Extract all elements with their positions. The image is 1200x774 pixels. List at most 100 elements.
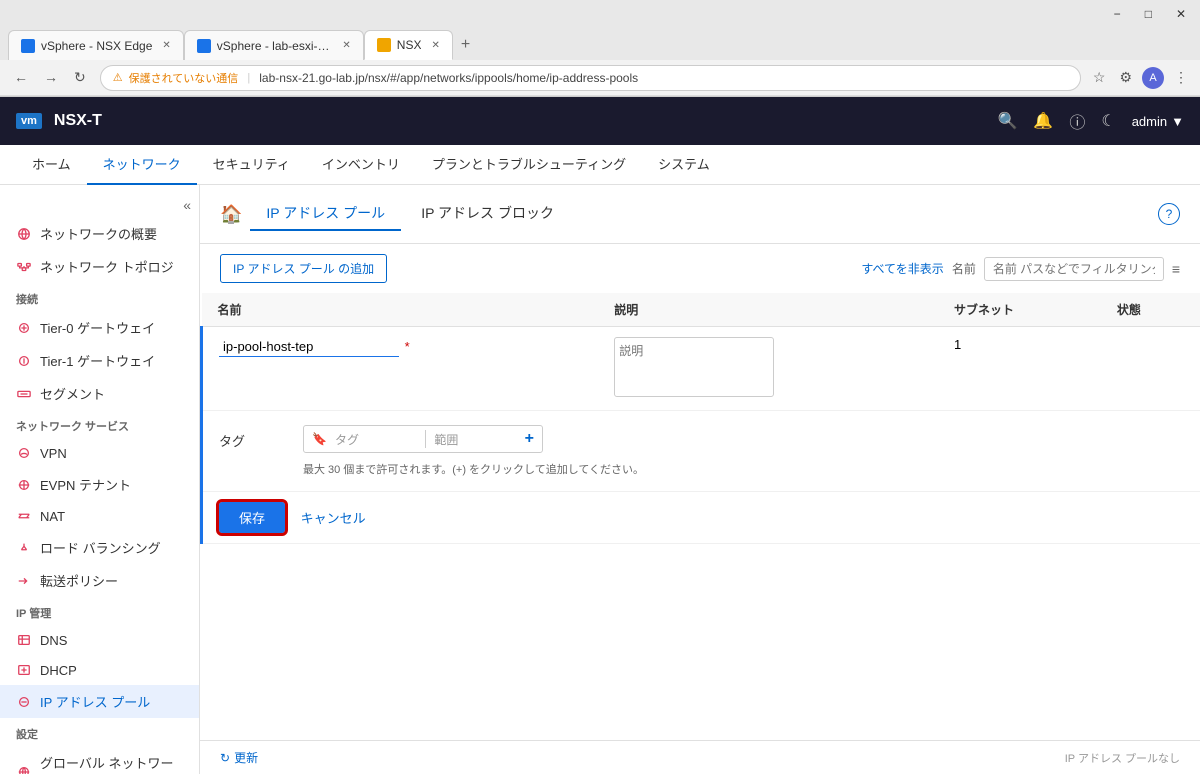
reload-button[interactable]: ↻ [68, 65, 92, 90]
footer-status-text: IP アドレス プールなし [1065, 753, 1180, 765]
ippool-header-icon: 🏠 [220, 204, 242, 225]
tag-divider [425, 430, 426, 448]
tab-close-3[interactable]: ✕ [431, 40, 439, 51]
scope-placeholder: 範囲 [434, 431, 516, 448]
menu-system[interactable]: システム [642, 144, 726, 185]
ip-pool-table: 名前 説明 サブネット 状態 * [200, 293, 1200, 544]
menu-plans[interactable]: プランとトラブルシューティング [416, 144, 642, 185]
user-chevron-icon: ▼ [1171, 114, 1184, 129]
tab-label-1: vSphere - NSX Edge [41, 39, 152, 53]
security-warning: ⚠ [113, 71, 123, 84]
required-indicator: * [405, 339, 410, 354]
sidebar-item-segment[interactable]: セグメント [0, 377, 199, 410]
add-ip-pool-button[interactable]: IP アドレス プール の追加 [220, 254, 387, 283]
sidebar-item-ippool[interactable]: IP アドレス プール [0, 685, 199, 718]
app-container: vm NSX-T 🔍 🔔 ⓘ ☾ admin ▼ ホーム ネットワーク セキュリ… [0, 97, 1200, 774]
bell-icon[interactable]: 🔔 [1033, 111, 1053, 131]
column-settings-icon[interactable]: ≡ [1172, 261, 1180, 277]
browser-tab-2[interactable]: vSphere - lab-esxi-124.go-lab.jp ✕ [184, 30, 364, 60]
sidebar-item-dns[interactable]: DNS [0, 625, 199, 655]
cancel-button[interactable]: キャンセル [301, 508, 366, 527]
tab-favicon-1 [21, 39, 35, 53]
data-table: 名前 説明 サブネット 状態 * [200, 293, 1200, 740]
url-bar[interactable]: ⚠ 保護されていない通信 | lab-nsx-21.go-lab.jp/nsx/… [100, 65, 1081, 91]
page-header: 🏠 IP アドレス プール IP アドレス ブロック ? [200, 185, 1200, 244]
new-tab-button[interactable]: + [453, 30, 478, 60]
save-button[interactable]: 保存 [219, 502, 285, 533]
browser-window-controls[interactable]: − □ ✕ [1108, 5, 1192, 23]
form-tag-cell: タグ 🔖 タグ 範囲 + [202, 411, 1200, 492]
tier0-icon [16, 320, 32, 336]
browser-tab-1[interactable]: vSphere - NSX Edge ✕ [8, 30, 184, 60]
top-nav: vm NSX-T 🔍 🔔 ⓘ ☾ admin ▼ [0, 97, 1200, 145]
tab-ip-address-pool[interactable]: IP アドレス プール [250, 197, 401, 231]
sidebar-item-global[interactable]: グローバル ネットワーク [0, 746, 199, 774]
browser-tab-bar: vSphere - NSX Edge ✕ vSphere - lab-esxi-… [0, 28, 1200, 60]
sidebar-item-vpn[interactable]: VPN [0, 438, 199, 468]
minimize-button[interactable]: − [1108, 5, 1127, 23]
forward-button[interactable]: → [38, 65, 64, 90]
theme-toggle-icon[interactable]: ☾ [1101, 111, 1115, 131]
menu-security[interactable]: セキュリティ [197, 144, 306, 185]
close-button[interactable]: ✕ [1170, 5, 1192, 23]
browser-tab-3[interactable]: NSX ✕ [364, 30, 453, 60]
tag-label: タグ [219, 425, 279, 450]
content-area: 🏠 IP アドレス プール IP アドレス ブロック ? IP アドレス プール… [200, 185, 1200, 774]
sidebar-item-nat[interactable]: NAT [0, 501, 199, 531]
menu-icon[interactable]: ⋮ [1170, 65, 1192, 90]
desc-textarea[interactable] [614, 337, 774, 397]
sidebar-label-ippool: IP アドレス プール [40, 692, 150, 711]
sidebar-item-tier1[interactable]: Tier-1 ゲートウェイ [0, 344, 199, 377]
menu-network[interactable]: ネットワーク [87, 144, 197, 185]
collapse-icon[interactable]: « [183, 197, 191, 213]
sidebar-label-dns: DNS [40, 633, 67, 648]
vm-logo-badge: vm [16, 113, 42, 129]
form-name-cell: * [202, 327, 599, 411]
refresh-button[interactable]: ↻ 更新 [220, 749, 258, 766]
sidebar-item-tier0[interactable]: Tier-0 ゲートウェイ [0, 311, 199, 344]
top-nav-icons: 🔍 🔔 ⓘ ☾ admin ▼ [998, 109, 1185, 133]
back-button[interactable]: ← [8, 65, 34, 90]
menu-home[interactable]: ホーム [16, 144, 87, 185]
tag-add-button[interactable]: + [525, 430, 534, 448]
sidebar-item-evpn[interactable]: EVPN テナント [0, 468, 199, 501]
vpn-icon [16, 445, 32, 461]
tab-ip-address-block[interactable]: IP アドレス ブロック [405, 197, 570, 231]
sidebar-label-global: グローバル ネットワーク [40, 753, 183, 774]
tab-close-2[interactable]: ✕ [342, 40, 350, 51]
ippool-icon [16, 694, 32, 710]
search-icon[interactable]: 🔍 [998, 111, 1018, 131]
sidebar-section-connection: 接続 [0, 283, 199, 311]
profile-icon[interactable]: A [1142, 67, 1164, 89]
restore-button[interactable]: □ [1139, 5, 1158, 23]
user-menu[interactable]: admin ▼ [1132, 114, 1184, 129]
bookmark-icon[interactable]: ☆ [1089, 65, 1110, 90]
extensions-icon[interactable]: ⚙ [1115, 65, 1136, 90]
sidebar-item-overview[interactable]: ネットワークの概要 [0, 217, 199, 250]
tag-hint: 最大 30 個まで許可されます。(+) をクリックして追加してください。 [303, 461, 644, 477]
help-button[interactable]: ? [1158, 203, 1180, 225]
tag-field[interactable]: 🔖 タグ 範囲 + [303, 425, 543, 453]
filter-input[interactable] [984, 257, 1164, 281]
sidebar-item-forward[interactable]: 転送ポリシー [0, 564, 199, 597]
sidebar-item-dhcp[interactable]: DHCP [0, 655, 199, 685]
sidebar-collapse: « [0, 193, 199, 217]
col-subnet: サブネット [938, 293, 1101, 327]
globe-icon [16, 226, 32, 242]
menu-bar: ホーム ネットワーク セキュリティ インベントリ プランとトラブルシューティング… [0, 145, 1200, 185]
hide-all-button[interactable]: すべてを非表示 [861, 260, 943, 277]
dns-icon [16, 632, 32, 648]
content-toolbar: IP アドレス プール の追加 すべてを非表示 名前 ≡ [200, 244, 1200, 293]
sidebar-label-nat: NAT [40, 509, 65, 524]
browser-toolbar-icons: ☆ ⚙ A ⋮ [1089, 65, 1192, 90]
sidebar-item-lb[interactable]: ロード バランシング [0, 531, 199, 564]
sidebar-item-topology[interactable]: ネットワーク トポロジ [0, 250, 199, 283]
sidebar-label-vpn: VPN [40, 446, 67, 461]
sidebar-label-overview: ネットワークの概要 [40, 224, 157, 243]
help-icon[interactable]: ⓘ [1069, 109, 1085, 133]
tab-close-1[interactable]: ✕ [162, 40, 170, 51]
name-input[interactable] [219, 337, 399, 357]
table-row-form: * 1 [202, 327, 1200, 411]
menu-inventory[interactable]: インベントリ [306, 144, 416, 185]
form-desc-cell [598, 327, 938, 411]
